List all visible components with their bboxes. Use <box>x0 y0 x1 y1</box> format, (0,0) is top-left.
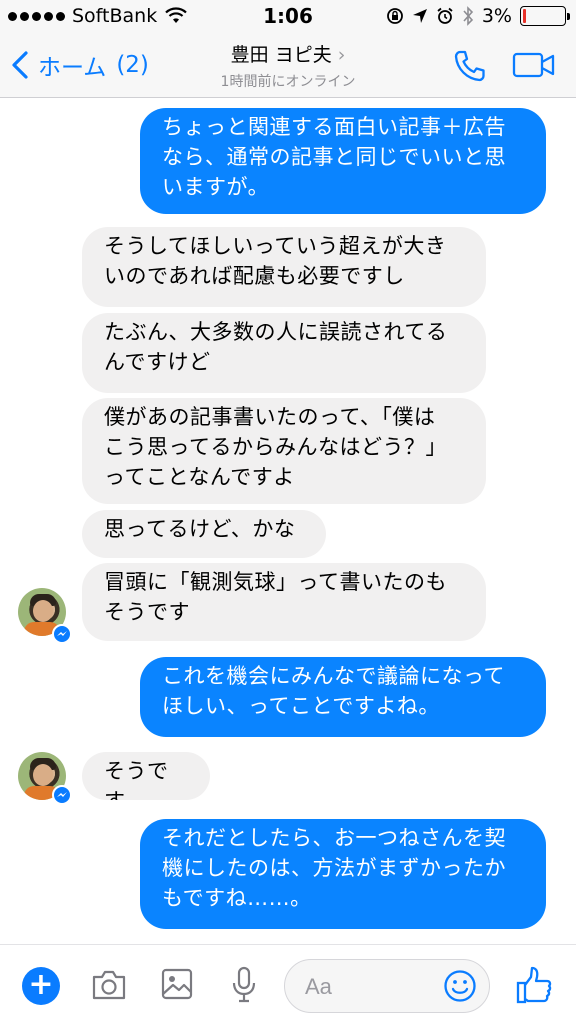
messenger-badge-icon <box>52 785 72 805</box>
message-bubble-incoming[interactable]: 思ってるけど、かな <box>82 510 326 558</box>
battery-percent: 3% <box>481 5 512 27</box>
contact-name-row: 豊田 ヨピ夫 › <box>150 40 426 67</box>
contact-info-button[interactable]: 豊田 ヨピ夫 › 1時間前にオンライン <box>150 40 426 91</box>
back-label: ホーム <box>38 55 107 81</box>
contact-status: 1時間前にオンライン <box>220 74 356 90</box>
thumbs-up-icon[interactable] <box>516 965 552 1005</box>
status-right: 3% <box>386 5 570 27</box>
plus-icon[interactable]: + <box>22 967 60 1005</box>
battery-fill <box>523 9 526 23</box>
message-bubble-outgoing[interactable]: これを機会にみんなで議論になって ほしい、ってことですよね。 <box>140 657 546 737</box>
message-bubble-outgoing[interactable]: ちょっと関連する面白い記事＋広告 なら、通常の記事と同じでいいと思 いますが。 <box>140 108 546 214</box>
emoji-icon[interactable] <box>443 969 477 1003</box>
compose-box[interactable] <box>284 959 490 1013</box>
chevron-left-icon <box>12 51 28 79</box>
messenger-chat-screen: SoftBank 1:06 3% ホーム (2) 豊田 ヨピ夫 › 1時間前にオ… <box>0 0 576 1024</box>
message-bubble-incoming[interactable]: たぶん、大多数の人に誤読されてる んですけど <box>82 313 486 393</box>
composer-toolbar: + <box>0 944 576 1024</box>
phone-icon[interactable] <box>452 48 488 84</box>
chevron-right-icon: › <box>337 44 346 66</box>
messenger-badge-icon <box>52 624 72 644</box>
alarm-icon <box>437 7 453 24</box>
rotation-lock-icon <box>386 8 403 24</box>
message-bubble-outgoing[interactable]: それだとしたら、お一つねさんを契 機にしたのは、方法がまずかったか もですね……… <box>140 819 546 929</box>
camera-icon[interactable] <box>90 969 128 1001</box>
status-bar: SoftBank 1:06 3% <box>0 0 576 34</box>
conversation-header: ホーム (2) 豊田 ヨピ夫 › 1時間前にオンライン <box>0 34 576 98</box>
message-bubble-incoming[interactable]: そうです <box>82 752 210 800</box>
microphone-icon[interactable] <box>230 965 258 1005</box>
battery-icon <box>520 6 570 26</box>
message-input[interactable] <box>305 970 425 1004</box>
unread-count: (2) <box>116 52 149 78</box>
location-arrow-icon <box>412 9 427 23</box>
message-bubble-incoming[interactable]: 僕があの記事書いたのって、「僕は こう思ってるからみんなはどう？」 ってことなん… <box>82 398 486 504</box>
message-bubble-incoming[interactable]: 冒頭に「観測気球」って書いたのも そうです <box>82 563 486 641</box>
back-button[interactable]: ホーム (2) <box>10 48 149 82</box>
photo-icon[interactable] <box>160 967 194 1001</box>
bluetooth-icon <box>463 6 473 26</box>
contact-name: 豊田 ヨピ夫 <box>230 44 332 66</box>
message-bubble-incoming[interactable]: そうしてほしいっていう超えが大き いのであれば配慮も必要ですし <box>82 227 486 307</box>
video-camera-icon[interactable] <box>512 50 556 80</box>
